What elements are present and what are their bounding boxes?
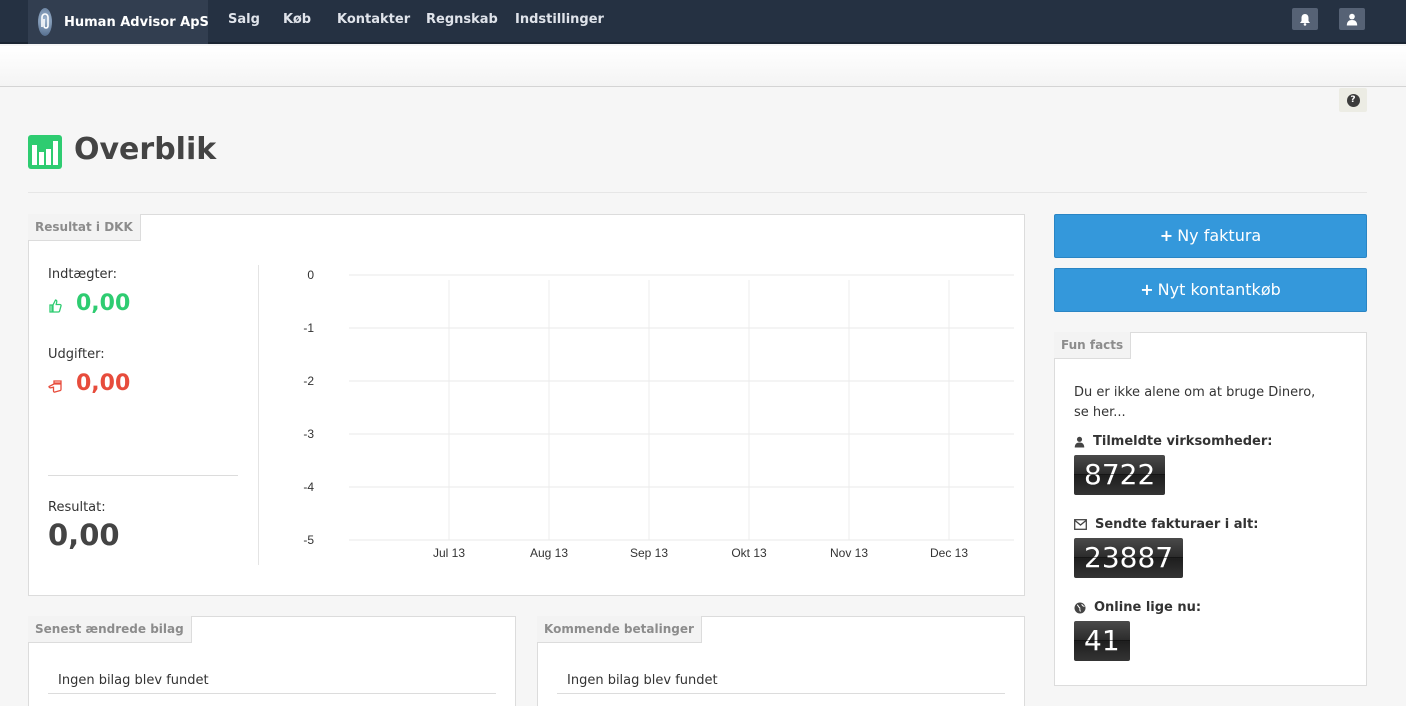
fun-facts-tab: Fun facts [1054, 332, 1132, 359]
fun-facts-intro: Du er ikke alene om at bruge Dinero, se … [1074, 385, 1316, 420]
chart-y-tick-label: -5 [303, 533, 314, 547]
plus-icon: + [1140, 280, 1154, 299]
payments-row-divider [557, 693, 1005, 694]
companies-label: Tilmeldte virksomheder: [1074, 434, 1272, 449]
result-panel-tab: Resultat i DKK [28, 214, 141, 241]
upcoming-payments-panel: Kommende betalinger Ingen bilag blev fun… [537, 616, 1025, 706]
page-title: Overblik [74, 132, 217, 167]
chart-x-tick-label: Dec 13 [930, 546, 968, 560]
nav-item-salg[interactable]: Salg [228, 0, 260, 44]
help-icon: ? [1346, 93, 1360, 107]
company-logo-icon [38, 8, 52, 36]
thumbs-up-icon [49, 299, 62, 313]
sub-toolbar [0, 46, 1406, 87]
user-icon [1074, 436, 1085, 447]
nav-item-koeb[interactable]: Køb [283, 0, 311, 44]
recent-documents-tab: Senest ændrede bilag [28, 616, 192, 643]
expenses-label: Udgifter: [48, 347, 105, 362]
nav-item-regnskab[interactable]: Regnskab [426, 0, 498, 44]
overview-chart-icon [28, 135, 62, 169]
result-label: Resultat: [48, 500, 106, 515]
thumbs-down-icon [48, 380, 62, 393]
result-panel: Resultat i DKK Indtægter: 0,00 Udgifter:… [28, 214, 1025, 596]
companies-counter: 8722 [1074, 455, 1166, 495]
new-cash-purchase-button[interactable]: + Nyt kontantkøb [1054, 268, 1367, 312]
payments-empty-message: Ingen bilag blev fundet [567, 673, 718, 688]
companies-label-text: Tilmeldte virksomheder: [1093, 434, 1273, 449]
company-switcher[interactable]: Human Advisor ApS [28, 0, 209, 44]
invoices-label-text: Sendte fakturaer i alt: [1095, 517, 1259, 532]
notifications-button[interactable] [1292, 8, 1318, 30]
bell-icon [1300, 13, 1310, 26]
chart-separator [258, 265, 259, 565]
company-name: Human Advisor ApS [64, 14, 209, 30]
envelope-icon [1074, 519, 1087, 530]
recent-documents-panel: Senest ændrede bilag Ingen bilag blev fu… [28, 616, 516, 706]
plus-icon: + [1159, 226, 1174, 245]
income-value: 0,00 [76, 291, 131, 316]
chart-y-tick-label: 0 [307, 268, 314, 282]
top-navbar: Human Advisor ApS Salg Køb Kontakter Reg… [0, 0, 1406, 44]
new-cash-purchase-label: Nyt kontantkøb [1157, 280, 1281, 299]
fun-facts-panel: Fun facts Du er ikke alene om at bruge D… [1054, 332, 1367, 686]
nav-item-indstillinger[interactable]: Indstillinger [515, 0, 604, 44]
chart-y-tick-label: -3 [303, 427, 314, 441]
result-divider [48, 475, 238, 476]
title-divider [28, 192, 1367, 193]
globe-icon [1074, 602, 1086, 613]
chart-y-tick-label: -2 [303, 374, 314, 388]
user-menu-button[interactable] [1339, 8, 1365, 30]
expenses-value: 0,00 [76, 371, 131, 396]
chart-x-tick-label: Nov 13 [830, 546, 868, 560]
recent-empty-message: Ingen bilag blev fundet [58, 673, 209, 688]
new-invoice-button[interactable]: + Ny faktura [1054, 214, 1367, 258]
chart-x-tick-label: Aug 13 [530, 546, 568, 560]
recent-row-divider [48, 693, 496, 694]
new-invoice-label: Ny faktura [1177, 226, 1262, 245]
chart-y-tick-label: -4 [303, 480, 314, 494]
online-counter: 41 [1074, 621, 1130, 661]
chart-x-tick-label: Jul 13 [433, 546, 465, 560]
help-button[interactable]: ? [1339, 88, 1367, 112]
chart-y-tick-label: -1 [303, 321, 314, 335]
online-label-text: Online lige nu: [1094, 600, 1202, 615]
chart-x-tick-label: Sep 13 [630, 546, 668, 560]
result-value: 0,00 [48, 518, 120, 552]
income-label: Indtægter: [48, 267, 118, 282]
result-chart: 0 -1 -2 -3 -4 -5 Jul 13 Aug 13 Sep 13 Okt 13 Nov 1… [303, 268, 1014, 560]
nav-item-kontakter[interactable]: Kontakter [337, 0, 410, 44]
chart-x-tick-label: Okt 13 [731, 546, 767, 560]
user-icon [1346, 13, 1358, 25]
upcoming-payments-tab: Kommende betalinger [537, 616, 702, 643]
online-label: Online lige nu: [1074, 600, 1201, 615]
invoices-label: Sendte fakturaer i alt: [1074, 517, 1258, 532]
invoices-counter: 23887 [1074, 538, 1184, 578]
